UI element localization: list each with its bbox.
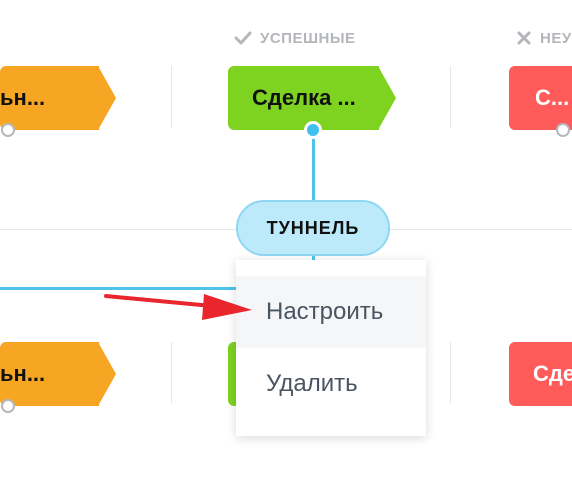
failed-column-header: НЕУ (516, 28, 572, 48)
stage-arrow (98, 342, 116, 406)
tunnel-context-menu: Настроить Удалить (236, 260, 426, 436)
success-column-label: УСПЕШНЫЕ (260, 29, 356, 47)
column-divider (450, 66, 451, 128)
menu-item-delete[interactable]: Удалить (236, 348, 426, 420)
stage-label: Сделка ... (252, 85, 356, 110)
menu-item-label: Настроить (266, 298, 384, 325)
stage-connector-node[interactable] (1, 399, 15, 413)
stage-card-green[interactable]: Сделка ... (228, 66, 396, 130)
x-icon (516, 30, 532, 46)
column-divider (450, 342, 451, 404)
stage-arrow (98, 66, 116, 130)
stage-connector-node[interactable] (556, 123, 570, 137)
annotation-arrow-icon (100, 286, 260, 331)
stage-label: Сде (533, 361, 572, 386)
connector-line-vertical (312, 130, 315, 205)
stage-label: ьн... (0, 361, 46, 386)
menu-item-label: Удалить (266, 370, 358, 397)
tunnel-label: ТУННЕЛЬ (266, 217, 360, 238)
stage-card-red[interactable]: С... (509, 66, 572, 130)
tunnel-button[interactable]: ТУННЕЛЬ (236, 200, 390, 256)
success-column-header: УСПЕШНЫЕ (234, 28, 356, 48)
stage-card-red[interactable]: Сде (509, 342, 572, 406)
stage-arrow (378, 66, 396, 130)
column-divider (171, 66, 172, 128)
column-divider (171, 342, 172, 404)
stage-connector-node[interactable] (1, 123, 15, 137)
stage-card-orange[interactable]: ьн... (0, 66, 116, 130)
stage-connector-node-active[interactable] (304, 121, 322, 139)
stage-card-orange[interactable]: ьн... (0, 342, 116, 406)
check-icon (234, 30, 252, 46)
menu-item-configure[interactable]: Настроить (236, 276, 426, 348)
stage-label: ьн... (0, 85, 46, 110)
failed-column-label: НЕУ (540, 29, 572, 47)
stage-label: С... (535, 85, 570, 110)
